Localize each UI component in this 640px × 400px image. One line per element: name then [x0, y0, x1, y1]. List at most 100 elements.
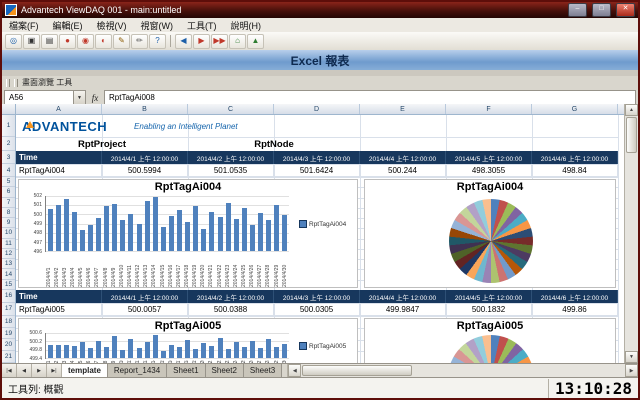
value-cell[interactable]: 499.86 [532, 303, 618, 316]
fast-forward-button[interactable]: ▶▶ [211, 34, 228, 49]
value-cell[interactable]: 500.0388 [188, 303, 274, 316]
help-button[interactable]: ? [149, 34, 166, 49]
column-header-F[interactable]: F [446, 104, 532, 114]
row-header-14[interactable]: 14 [2, 269, 15, 279]
row-header-9[interactable]: 9 [2, 218, 15, 228]
date-cell[interactable]: 2014/4/4 上午 12:00:00 [360, 290, 446, 303]
print-button[interactable]: ▤ [41, 34, 58, 49]
formula-input[interactable]: RptTagAi008 [104, 90, 636, 105]
horizontal-scrollbar[interactable]: ◀ ▶ [287, 364, 638, 377]
tab-first-button[interactable]: |◀ [2, 364, 17, 377]
row-header-6[interactable]: 6 [2, 187, 15, 197]
row-header-15[interactable]: 15 [2, 280, 15, 290]
vertical-scroll-thumb[interactable] [626, 117, 637, 153]
value-cell[interactable]: 500.1832 [446, 303, 532, 316]
date-cell[interactable]: 2014/4/6 上午 12:00:00 [532, 290, 618, 303]
column-header-G[interactable]: G [532, 104, 618, 114]
vertical-scrollbar[interactable]: ▲ ▼ [624, 104, 638, 363]
series-name-cell[interactable]: RptTagAi004 [16, 164, 102, 177]
value-cell[interactable]: 500.0057 [102, 303, 188, 316]
rpt-project-cell[interactable]: RptProject [16, 139, 188, 150]
value-cell[interactable]: 501.6424 [274, 164, 360, 177]
forward-button[interactable]: ▶ [193, 34, 210, 49]
time-label-cell[interactable]: Time [16, 290, 102, 303]
sheet-tab-sheet3[interactable]: Sheet3 [244, 364, 282, 377]
menu-item[interactable]: 說明(H) [224, 18, 269, 32]
menu-item[interactable]: 檔案(F) [2, 18, 46, 32]
name-box[interactable]: A56 [4, 90, 74, 105]
date-cell[interactable]: 2014/4/1 上午 12:00:00 [102, 151, 188, 164]
bar-chart-rpttagai004[interactable]: RptTagAi004 5025015004994984974962014/4/… [18, 179, 358, 288]
row-header-17[interactable]: 17 [2, 303, 15, 316]
record-button[interactable]: ● [59, 34, 76, 49]
namebox-dropdown-icon[interactable]: ▼ [74, 90, 86, 105]
date-cell[interactable]: 2014/4/6 上午 12:00:00 [532, 151, 618, 164]
edit-button[interactable]: ✏ [131, 34, 148, 49]
value-cell[interactable]: 500.244 [360, 164, 446, 177]
value-cell[interactable]: 500.5994 [102, 164, 188, 177]
row-header-4[interactable]: 4 [2, 164, 15, 177]
row-header-8[interactable]: 8 [2, 208, 15, 218]
alarm-button[interactable]: ◐ [95, 34, 112, 49]
row-header-10[interactable]: 10 [2, 228, 15, 238]
date-cell[interactable]: 2014/4/2 上午 12:00:00 [188, 290, 274, 303]
row-header-7[interactable]: 7 [2, 198, 15, 208]
row-header-18[interactable]: 18 [2, 316, 15, 328]
overview-button[interactable]: ◎ [5, 34, 22, 49]
menu-item[interactable]: 檢視(V) [90, 18, 134, 32]
stop-button[interactable]: ◉ [77, 34, 94, 49]
sheet-tab-sheet2[interactable]: Sheet2 [206, 364, 244, 377]
close-button[interactable]: ✕ [616, 3, 635, 17]
date-cell[interactable]: 2014/4/3 上午 12:00:00 [274, 290, 360, 303]
row-header-5[interactable]: 5 [2, 177, 15, 187]
column-header-E[interactable]: E [360, 104, 446, 114]
row-header-12[interactable]: 12 [2, 249, 15, 259]
bar-chart-rpttagai005[interactable]: RptTagAi005 500.6500.2499.8499.42014/4/1… [18, 318, 358, 363]
scroll-down-icon[interactable]: ▼ [625, 351, 638, 363]
tab-next-button[interactable]: ▶ [32, 364, 47, 377]
row-header-19[interactable]: 19 [2, 328, 15, 340]
scroll-left-icon[interactable]: ◀ [288, 364, 301, 377]
menu-item[interactable]: 工具(T) [180, 18, 224, 32]
tab-prev-button[interactable]: ◀ [17, 364, 32, 377]
column-header-D[interactable]: D [274, 104, 360, 114]
row-header-3[interactable]: 3 [2, 151, 15, 164]
rpt-node-cell[interactable]: RptNode [188, 139, 360, 150]
row-header-1[interactable]: 1 [2, 115, 15, 137]
column-header-A[interactable]: A [16, 104, 102, 114]
row-header-20[interactable]: 20 [2, 339, 15, 351]
date-cell[interactable]: 2014/4/1 上午 12:00:00 [102, 290, 188, 303]
menu-item[interactable]: 編輯(E) [46, 18, 90, 32]
up-button[interactable]: ▲ [247, 34, 264, 49]
menu-item[interactable]: 視窗(W) [134, 18, 181, 32]
row-header-11[interactable]: 11 [2, 239, 15, 249]
scroll-right-icon[interactable]: ▶ [625, 364, 638, 377]
toolbar-grip[interactable] [6, 79, 10, 87]
toolbar-grip[interactable] [14, 79, 18, 87]
date-cell[interactable]: 2014/4/5 上午 12:00:00 [446, 151, 532, 164]
scroll-up-icon[interactable]: ▲ [625, 104, 638, 116]
row-header-16[interactable]: 16 [2, 290, 15, 303]
date-cell[interactable]: 2014/4/5 上午 12:00:00 [446, 290, 532, 303]
value-cell[interactable]: 500.0305 [274, 303, 360, 316]
row-header-2[interactable]: 2 [2, 137, 15, 151]
row-header-21[interactable]: 21 [2, 351, 15, 363]
date-cell[interactable]: 2014/4/4 上午 12:00:00 [360, 151, 446, 164]
screens-button[interactable]: ▣ [23, 34, 40, 49]
value-cell[interactable]: 501.0535 [188, 164, 274, 177]
home-button[interactable]: ⌂ [229, 34, 246, 49]
value-cell[interactable]: 498.3055 [446, 164, 532, 177]
sheet-tab-report_1434[interactable]: Report_1434 [108, 364, 167, 377]
date-cell[interactable]: 2014/4/2 上午 12:00:00 [188, 151, 274, 164]
sheet-grid[interactable]: ADVANTECH Enabling an Intelligent Planet… [16, 115, 624, 363]
back-button[interactable]: ◀ [175, 34, 192, 49]
pen-button[interactable]: ✎ [113, 34, 130, 49]
pie-chart-rpttagai005[interactable]: RptTagAi005 [364, 318, 616, 363]
date-cell[interactable]: 2014/4/3 上午 12:00:00 [274, 151, 360, 164]
sheet-tab-sheet1[interactable]: Sheet1 [167, 364, 205, 377]
series-name-cell[interactable]: RptTagAi005 [16, 303, 102, 316]
value-cell[interactable]: 499.9847 [360, 303, 446, 316]
tab-last-button[interactable]: ▶| [47, 364, 62, 377]
column-header-C[interactable]: C [188, 104, 274, 114]
column-header-B[interactable]: B [102, 104, 188, 114]
